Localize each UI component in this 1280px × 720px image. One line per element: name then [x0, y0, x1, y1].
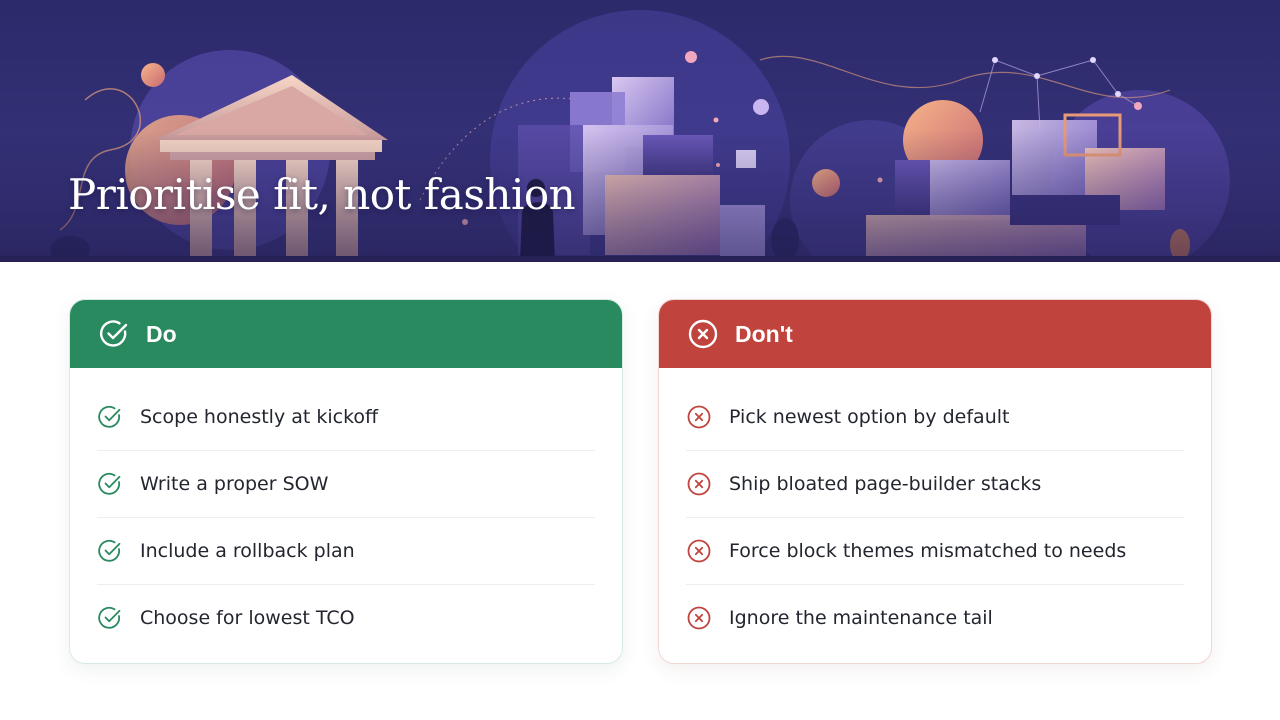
do-list-item: Scope honestly at kickoff: [97, 384, 595, 451]
do-list-item: Write a proper SOW: [97, 451, 595, 518]
hero-banner: Prioritise fit, not fashion: [0, 0, 1280, 262]
do-item-text: Write a proper SOW: [140, 473, 329, 495]
dont-item-text: Pick newest option by default: [729, 406, 1010, 428]
dont-list-item: Pick newest option by default: [686, 384, 1184, 451]
dont-list-item: Force block themes mismatched to needs: [686, 518, 1184, 585]
check-circle-icon: [97, 404, 123, 430]
dont-item-text: Force block themes mismatched to needs: [729, 540, 1127, 562]
dont-card: Don't Pick newest option by default Ship…: [658, 299, 1212, 664]
check-circle-icon: [97, 471, 123, 497]
do-card: Do Scope honestly at kickoff Write a pro…: [69, 299, 623, 664]
dont-list: Pick newest option by default Ship bloat…: [659, 368, 1211, 651]
do-item-text: Choose for lowest TCO: [140, 607, 355, 629]
do-card-header: Do: [70, 300, 622, 368]
check-circle-icon: [97, 605, 123, 631]
dont-list-item: Ship bloated page-builder stacks: [686, 451, 1184, 518]
x-circle-icon: [687, 318, 719, 350]
do-list-item: Include a rollback plan: [97, 518, 595, 585]
x-circle-icon: [686, 404, 712, 430]
check-circle-icon: [97, 538, 123, 564]
dont-item-text: Ignore the maintenance tail: [729, 607, 993, 629]
check-circle-icon: [98, 318, 130, 350]
x-circle-icon: [686, 605, 712, 631]
do-list-item: Choose for lowest TCO: [97, 585, 595, 651]
x-circle-icon: [686, 538, 712, 564]
do-heading: Do: [146, 320, 177, 347]
slide-title: Prioritise fit, not fashion: [68, 170, 576, 219]
x-circle-icon: [686, 471, 712, 497]
dont-list-item: Ignore the maintenance tail: [686, 585, 1184, 651]
dont-heading: Don't: [735, 320, 793, 347]
dont-item-text: Ship bloated page-builder stacks: [729, 473, 1042, 495]
do-item-text: Include a rollback plan: [140, 540, 355, 562]
hero-illustration: [0, 0, 1280, 262]
do-item-text: Scope honestly at kickoff: [140, 406, 379, 428]
do-list: Scope honestly at kickoff Write a proper…: [70, 368, 622, 651]
dont-card-header: Don't: [659, 300, 1211, 368]
